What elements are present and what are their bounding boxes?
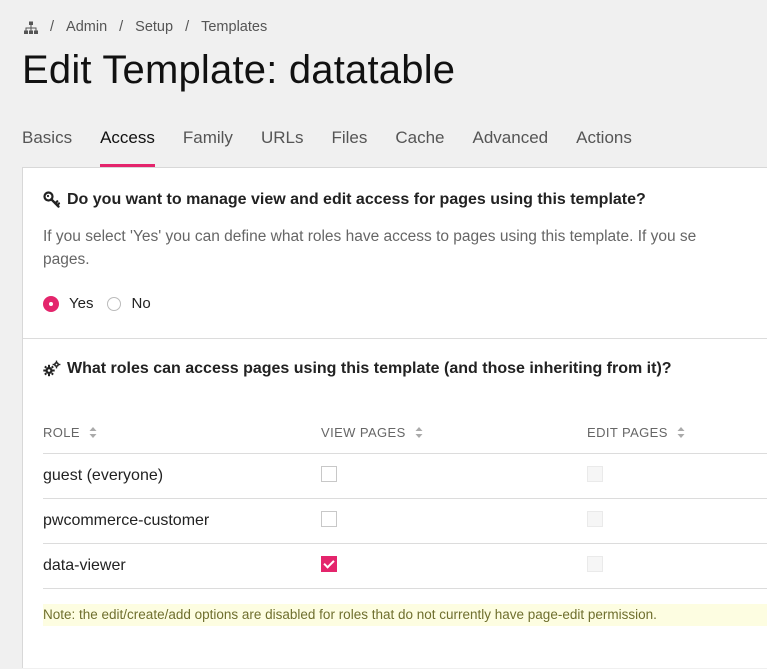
sitemap-icon[interactable]	[24, 21, 38, 35]
manage-access-options: Yes No	[43, 295, 165, 312]
roles-heading: What roles can access pages using this t…	[43, 360, 672, 378]
radio-no[interactable]: No	[107, 295, 151, 312]
tab-cache[interactable]: Cache	[395, 128, 444, 168]
page-title: Edit Template: datatable	[22, 48, 456, 92]
view-pages-checkbox[interactable]	[321, 465, 337, 482]
roles-heading-text: What roles can access pages using this t…	[67, 360, 672, 377]
sort-icon	[415, 426, 423, 438]
description-line: If you select 'Yes' you can define what …	[43, 228, 697, 245]
roles-section: What roles can access pages using this t…	[23, 339, 767, 669]
role-name: data-viewer	[43, 557, 126, 574]
column-header-view-label: VIEW PAGES	[321, 424, 406, 440]
breadcrumb-setup[interactable]: Setup	[135, 19, 173, 35]
view-pages-checkbox[interactable]	[321, 555, 337, 572]
access-panel: Do you want to manage view and edit acce…	[22, 167, 767, 668]
tab-bar: Basics Access Family URLs Files Cache Ad…	[22, 128, 660, 168]
gears-icon	[43, 360, 61, 378]
radio-yes-label: Yes	[69, 295, 94, 312]
table-row: data-viewer	[43, 544, 767, 589]
manage-access-section: Do you want to manage view and edit acce…	[23, 168, 767, 339]
role-name: guest (everyone)	[43, 467, 164, 484]
permission-note: Note: the edit/create/add options are di…	[43, 604, 767, 626]
edit-pages-checkbox	[587, 465, 603, 482]
tab-advanced[interactable]: Advanced	[473, 128, 549, 168]
manage-access-heading: Do you want to manage view and edit acce…	[43, 191, 646, 209]
view-pages-checkbox[interactable]	[321, 510, 337, 527]
column-header-edit-label: EDIT PAGES	[587, 424, 668, 440]
roles-table: ROLE VIEW PAGES EDIT PAGES guest (everyo…	[43, 411, 767, 589]
edit-pages-checkbox	[587, 510, 603, 527]
breadcrumb-templates[interactable]: Templates	[201, 19, 267, 35]
tab-family[interactable]: Family	[183, 128, 233, 168]
role-name: pwcommerce-customer	[43, 512, 210, 529]
breadcrumb-separator: /	[50, 19, 55, 35]
radio-yes-control[interactable]	[43, 295, 59, 312]
table-row: guest (everyone)	[43, 454, 767, 499]
tab-access[interactable]: Access	[100, 128, 155, 168]
table-row: pwcommerce-customer	[43, 499, 767, 544]
tab-basics[interactable]: Basics	[22, 128, 72, 168]
tab-files[interactable]: Files	[331, 128, 367, 168]
breadcrumb: / Admin / Setup / Templates	[24, 17, 267, 37]
column-header-view[interactable]: VIEW PAGES	[321, 425, 587, 440]
tab-urls[interactable]: URLs	[261, 128, 304, 168]
description-line: pages.	[43, 251, 90, 268]
manage-access-heading-text: Do you want to manage view and edit acce…	[67, 191, 646, 208]
key-icon	[43, 191, 61, 209]
radio-no-label: No	[131, 295, 151, 312]
sort-icon	[89, 426, 97, 438]
edit-pages-checkbox	[587, 555, 603, 572]
breadcrumb-admin[interactable]: Admin	[66, 19, 107, 35]
radio-no-control[interactable]	[107, 296, 122, 311]
breadcrumb-separator: /	[185, 19, 190, 35]
column-header-role-label: ROLE	[43, 424, 81, 440]
column-header-role[interactable]: ROLE	[43, 425, 321, 440]
column-header-edit[interactable]: EDIT PAGES	[587, 425, 767, 440]
table-header: ROLE VIEW PAGES EDIT PAGES	[43, 411, 767, 454]
tab-actions[interactable]: Actions	[576, 128, 632, 168]
breadcrumb-separator: /	[119, 19, 124, 35]
sort-icon	[677, 426, 685, 438]
manage-access-description: If you select 'Yes' you can define what …	[43, 225, 767, 271]
radio-yes[interactable]: Yes	[43, 295, 93, 312]
